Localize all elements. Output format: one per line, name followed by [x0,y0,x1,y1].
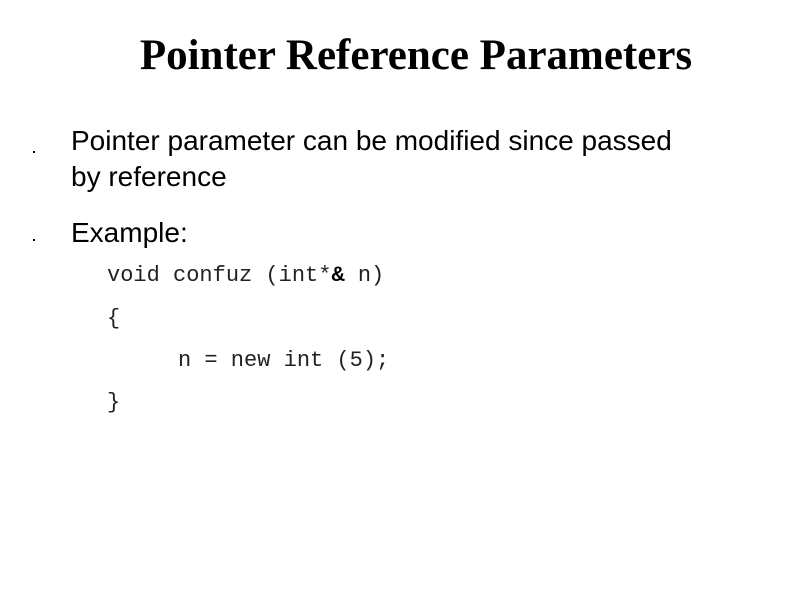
code-line-signature: void confuz (int*& n) [107,262,384,290]
code-signature-prefix: void confuz (int* [107,263,332,288]
bullet-1-marker [33,151,35,153]
code-line-body: n = new int (5); [178,348,390,373]
code-line-close-brace: } [107,390,121,415]
bullet-1-line-1: Pointer parameter can be modified since … [71,125,672,156]
code-line-open-brace: { [107,306,121,331]
bullet-2-marker [33,239,35,241]
bullet-1-text: Pointer parameter can be modified since … [71,123,672,195]
bullet-2-line-1: Example: [71,217,188,248]
code-ampersand: & [331,263,345,288]
code-signature-suffix: n) [344,263,385,288]
bullet-2-text: Example: [71,215,188,251]
bullet-1-line-2: by reference [71,161,227,192]
slide-title: Pointer Reference Parameters [139,32,693,79]
